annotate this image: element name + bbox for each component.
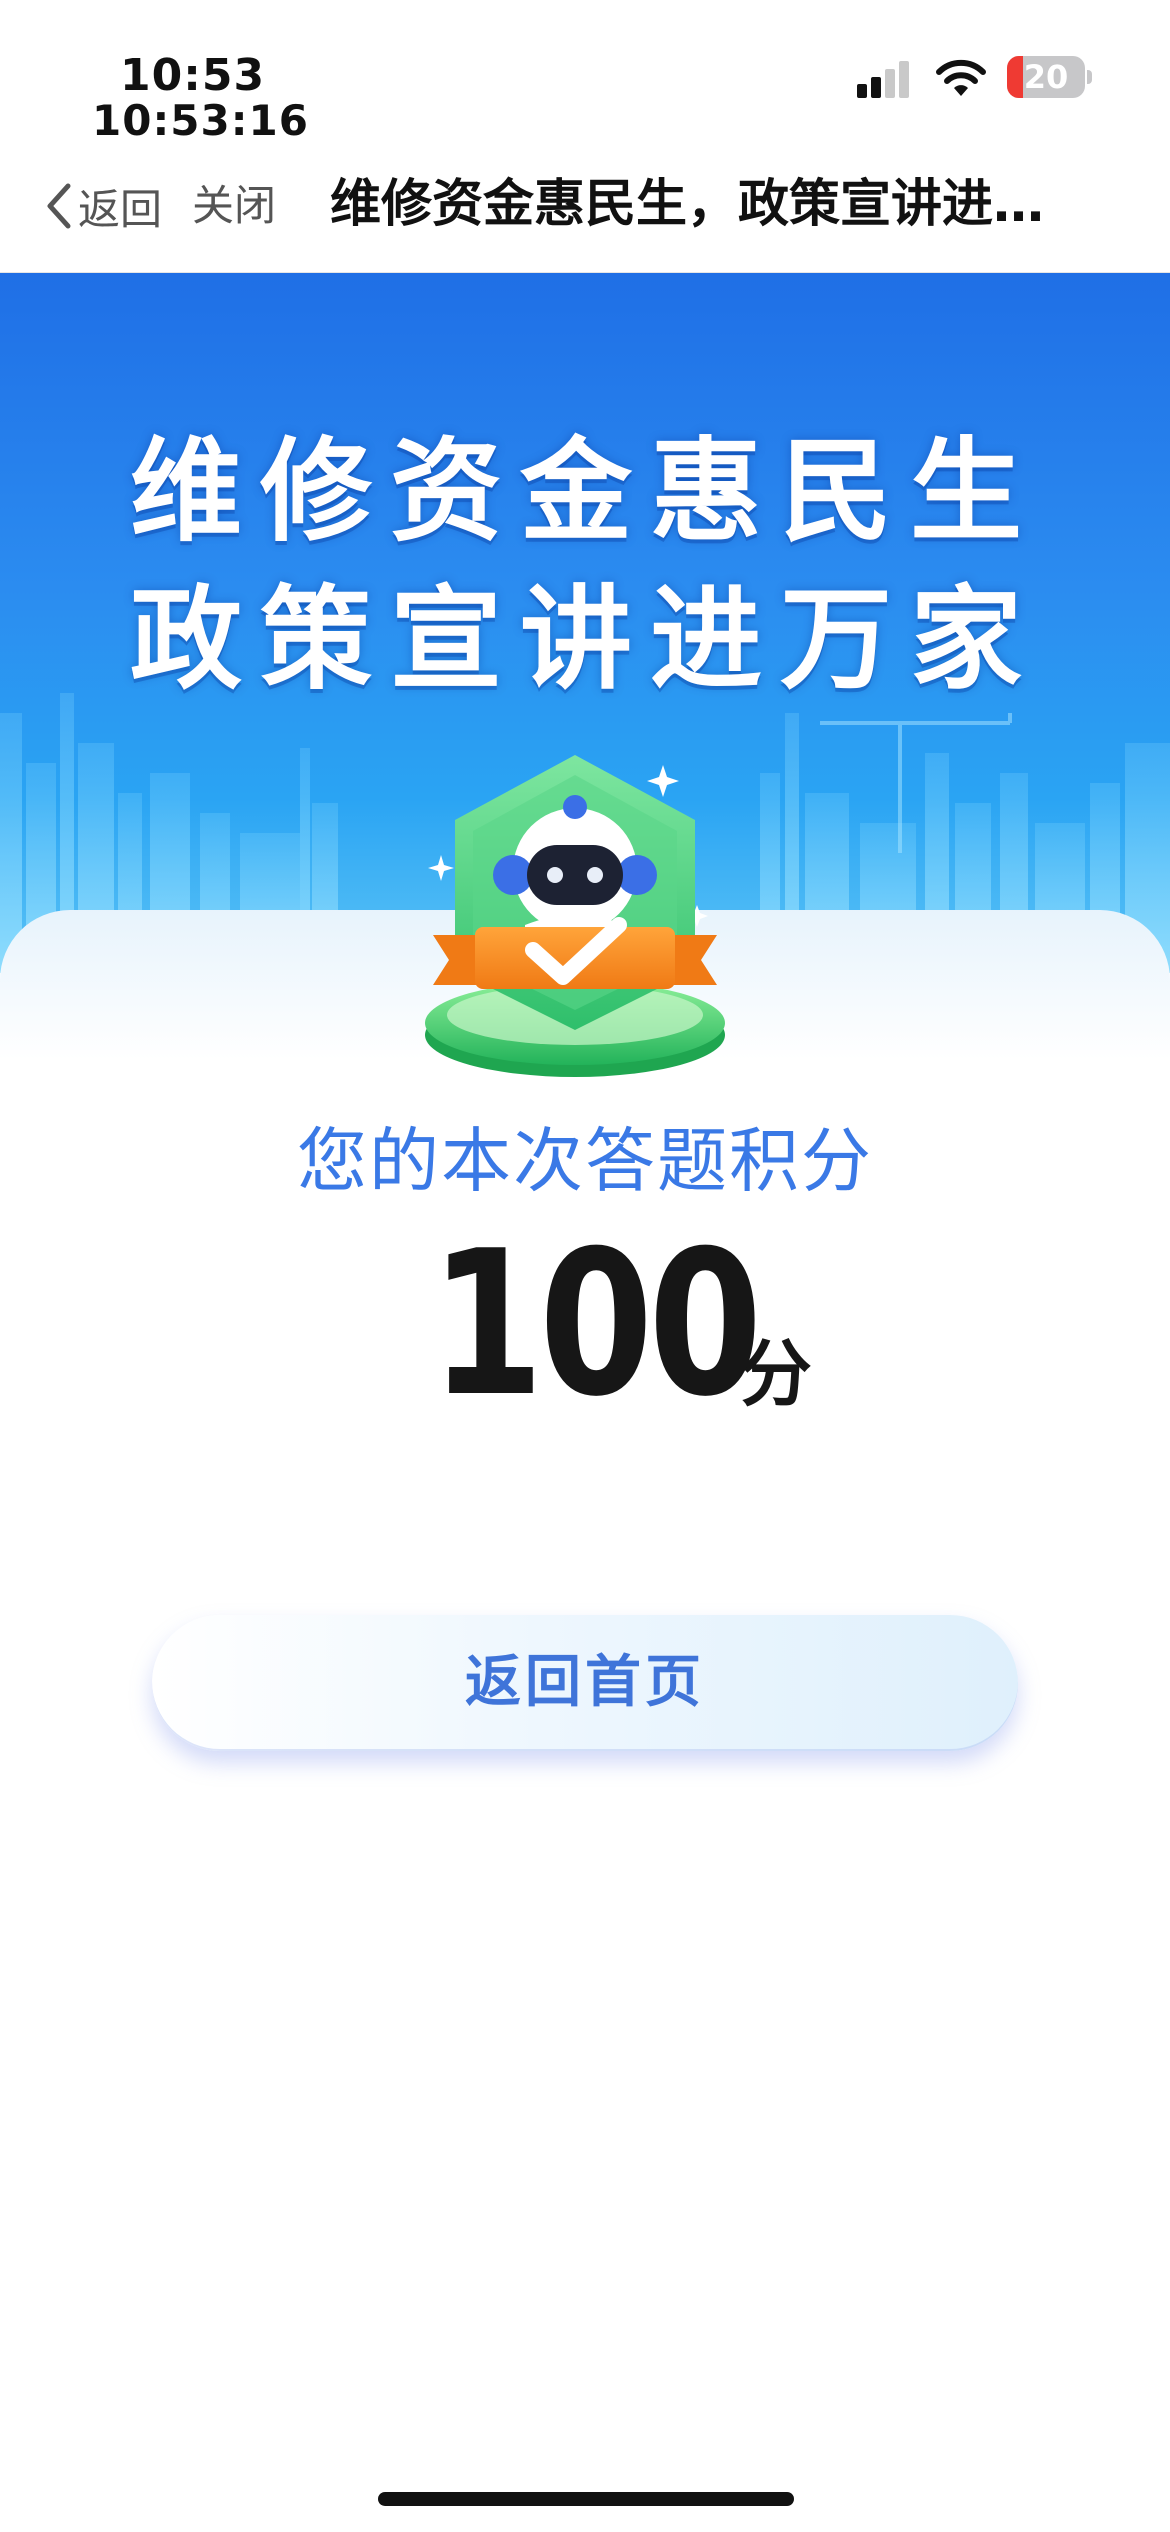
home-indicator	[378, 2492, 794, 2506]
banner-title-line1: 维修资金惠民生	[130, 426, 1040, 557]
wifi-icon	[936, 59, 986, 96]
battery-level: 20	[1023, 58, 1069, 96]
back-button[interactable]: 返回	[44, 178, 162, 234]
status-time: 10:53	[120, 50, 266, 101]
score-label: 您的本次答题积分	[297, 1120, 873, 1202]
back-label: 返回	[78, 184, 163, 234]
close-button[interactable]: 关闭	[192, 178, 276, 234]
chevron-left-icon	[47, 183, 71, 229]
score-value: 100	[430, 1208, 763, 1441]
status-bar: 10:53 10:53:16 20	[0, 0, 1170, 170]
status-time-seconds: 10:53:16	[92, 96, 309, 145]
battery-indicator: 20	[1007, 56, 1092, 98]
return-home-button[interactable]: 返回首页	[152, 1615, 1018, 1751]
robot-check-badge-icon	[425, 755, 725, 1077]
score-display: 100 分	[0, 1208, 1170, 1441]
page-title: 维修资金惠民生，政策宣讲进…	[330, 175, 1045, 234]
banner-title: 维修资金惠民生 政策宣讲进万家	[0, 418, 1170, 714]
banner-title-line2: 政策宣讲进万家	[130, 574, 1040, 705]
signal-bars-icon	[857, 61, 909, 98]
